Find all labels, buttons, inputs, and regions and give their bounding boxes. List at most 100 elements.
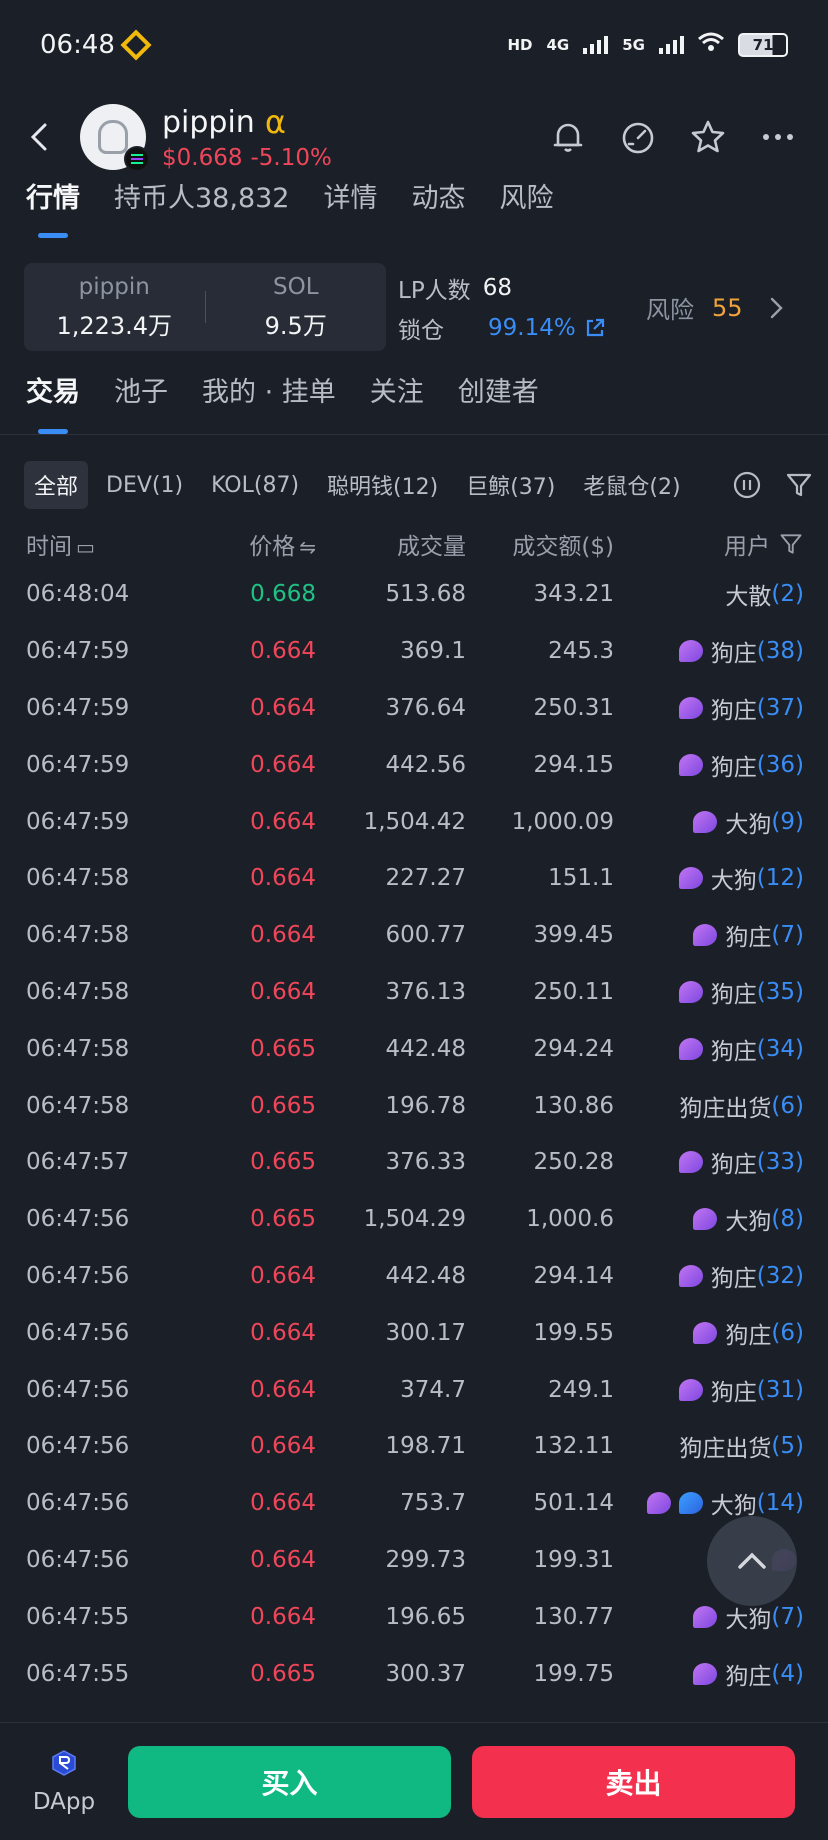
- trade-user[interactable]: 大狗 (8): [614, 1202, 804, 1236]
- trade-user[interactable]: 狗庄 (6): [614, 1316, 804, 1350]
- trade-row[interactable]: 06:47:58 0.664 376.13 250.11 狗庄 (35): [26, 964, 804, 1021]
- trade-row[interactable]: 06:47:55 0.664 196.65 130.77 大狗 (7): [26, 1588, 804, 1645]
- filter-all[interactable]: 全部: [24, 461, 89, 509]
- trade-row[interactable]: 06:47:56 0.664 198.71 132.11 狗庄出货 (5): [26, 1418, 804, 1475]
- scroll-top-button[interactable]: [707, 1516, 797, 1606]
- hd-icon: HD: [507, 36, 533, 54]
- trade-row[interactable]: 06:47:59 0.664 369.1 245.3 狗庄 (38): [26, 623, 804, 680]
- trade-user-count: (7): [771, 922, 804, 949]
- trade-user[interactable]: 狗庄 (38): [614, 634, 804, 668]
- filter-dev[interactable]: DEV(1): [96, 465, 193, 506]
- trade-price: 0.664: [250, 1319, 316, 1346]
- trade-time: 06:47:58: [26, 1035, 130, 1062]
- tab-creator[interactable]: 创建者: [458, 372, 539, 434]
- whale-icon: [693, 924, 718, 947]
- trade-user[interactable]: 大散 (2): [614, 577, 804, 611]
- trade-row[interactable]: 06:47:59 0.664 376.64 250.31 狗庄 (37): [26, 680, 804, 737]
- trade-volume: 300.37: [385, 1660, 466, 1687]
- back-button[interactable]: [0, 97, 80, 177]
- pool-sol-label: SOL: [272, 273, 319, 300]
- trade-row[interactable]: 06:47:56 0.665 1,504.29 1,000.6 大狗 (8): [26, 1191, 804, 1248]
- sell-button[interactable]: 卖出: [472, 1745, 795, 1818]
- trade-row[interactable]: 06:47:56 0.664 300.17 199.55 狗庄 (6): [26, 1304, 804, 1361]
- trade-user[interactable]: 狗庄 (36): [614, 748, 804, 782]
- tab-following[interactable]: 关注: [370, 372, 424, 434]
- trade-row[interactable]: 06:47:58 0.665 196.78 130.86 狗庄出货 (6): [26, 1077, 804, 1134]
- tab-risk[interactable]: 风险: [499, 178, 553, 238]
- header-price[interactable]: 价格 ⇋: [216, 527, 316, 561]
- trade-row[interactable]: 06:47:56 0.664 374.7 249.1 狗庄 (31): [26, 1361, 804, 1418]
- trade-row[interactable]: 06:47:58 0.664 600.77 399.45 狗庄 (7): [26, 907, 804, 964]
- tab-trades[interactable]: 交易: [26, 372, 80, 434]
- filter-icons: [732, 470, 814, 500]
- trade-user[interactable]: 狗庄 (35): [614, 975, 804, 1009]
- sub-tabs: 交易 池子 我的 · 挂单 关注 创建者: [26, 372, 539, 434]
- trade-user[interactable]: 狗庄出货 (5): [614, 1429, 804, 1463]
- tab-holders[interactable]: 持币人38,832: [114, 178, 289, 238]
- trade-user[interactable]: 大狗 (9): [614, 805, 804, 839]
- buy-button[interactable]: 买入: [128, 1745, 451, 1818]
- trade-user[interactable]: 狗庄 (33): [614, 1145, 804, 1179]
- trade-user-count: (6): [771, 1092, 804, 1119]
- tab-details[interactable]: 详情: [323, 178, 377, 238]
- trade-user[interactable]: 狗庄 (4): [614, 1657, 804, 1691]
- trade-user[interactable]: 大狗 (7): [614, 1600, 804, 1634]
- header-actions: [548, 117, 828, 157]
- trade-user[interactable]: 大狗 (14): [614, 1486, 804, 1520]
- dapp-button[interactable]: DApp: [0, 1749, 128, 1815]
- trade-amount: 250.28: [533, 1149, 614, 1176]
- trade-user[interactable]: 狗庄 (32): [614, 1259, 804, 1293]
- trade-row[interactable]: 06:47:56 0.664 299.73 199.31: [26, 1532, 804, 1589]
- filter-whale[interactable]: 巨鲸(37): [456, 461, 565, 509]
- lp-lock-row[interactable]: 锁仓 99.14%: [398, 308, 606, 348]
- trade-amount: 130.77: [533, 1603, 614, 1630]
- trade-row[interactable]: 06:47:59 0.664 1,504.42 1,000.09 大狗 (9): [26, 793, 804, 850]
- filter-icon[interactable]: [784, 470, 814, 500]
- filter-insider[interactable]: 老鼠仓(2): [573, 461, 690, 509]
- trade-row[interactable]: 06:47:58 0.664 227.27 151.1 大狗 (12): [26, 850, 804, 907]
- token-info: pippin α $0.668 -5.10%: [162, 103, 332, 171]
- external-link-icon[interactable]: [584, 317, 606, 339]
- pool-token-col: pippin 1,223.4万: [24, 274, 205, 341]
- tab-activity[interactable]: 动态: [411, 178, 465, 238]
- lp-count-label: LP人数: [398, 278, 471, 304]
- trade-row[interactable]: 06:47:56 0.664 753.7 501.14 大狗 (14): [26, 1475, 804, 1532]
- token-avatar[interactable]: [80, 104, 150, 172]
- more-button[interactable]: [758, 117, 798, 157]
- pause-icon[interactable]: [732, 470, 762, 500]
- token-logo-icon: [98, 120, 128, 154]
- trade-row[interactable]: 06:47:55 0.665 300.37 199.75 狗庄 (4): [26, 1645, 804, 1702]
- trade-user[interactable]: 狗庄 (37): [614, 691, 804, 725]
- tab-my-orders[interactable]: 我的 · 挂单: [202, 372, 336, 434]
- filter-smart-money[interactable]: 聪明钱(12): [317, 461, 448, 509]
- user-filter-icon: [780, 534, 802, 554]
- trade-price: 0.664: [250, 865, 316, 892]
- header-time[interactable]: 时间 ▭: [26, 527, 216, 561]
- trade-user[interactable]: 狗庄 (34): [614, 1032, 804, 1066]
- lp-info: LP人数 68 锁仓 99.14%: [398, 268, 606, 348]
- tab-market[interactable]: 行情: [26, 178, 80, 238]
- trade-row[interactable]: 06:47:59 0.664 442.56 294.15 狗庄 (36): [26, 736, 804, 793]
- trade-row[interactable]: 06:47:57 0.665 376.33 250.28 狗庄 (33): [26, 1134, 804, 1191]
- speed-button[interactable]: [618, 117, 658, 157]
- trade-row[interactable]: 06:48:04 0.668 513.68 343.21 大散 (2): [26, 566, 804, 623]
- trade-amount: 151.1: [548, 865, 614, 892]
- risk-score[interactable]: 风险 55: [646, 290, 787, 325]
- trade-user[interactable]: 狗庄出货 (6): [614, 1089, 804, 1123]
- favorite-button[interactable]: [688, 117, 728, 157]
- signal-icon-2: [659, 36, 684, 54]
- trade-row[interactable]: 06:47:56 0.664 442.48 294.14 狗庄 (32): [26, 1248, 804, 1305]
- trade-table-header: 时间 ▭ 价格 ⇋ 成交量 成交额($) 用户: [26, 524, 804, 564]
- header-user[interactable]: 用户: [614, 527, 804, 561]
- tab-pools[interactable]: 池子: [114, 372, 168, 434]
- pool-liquidity-card[interactable]: pippin 1,223.4万 SOL 9.5万: [24, 263, 386, 351]
- trade-user[interactable]: 狗庄 (7): [614, 918, 804, 952]
- chevron-up-icon: [738, 1552, 766, 1569]
- alert-button[interactable]: [548, 117, 588, 157]
- trade-user[interactable]: 大狗 (12): [614, 861, 804, 895]
- whale-icon: [678, 696, 703, 719]
- trade-user[interactable]: 狗庄 (31): [614, 1373, 804, 1407]
- trade-row[interactable]: 06:47:58 0.665 442.48 294.24 狗庄 (34): [26, 1020, 804, 1077]
- filter-kol[interactable]: KOL(87): [201, 465, 309, 506]
- trade-amount: 1,000.6: [526, 1206, 614, 1233]
